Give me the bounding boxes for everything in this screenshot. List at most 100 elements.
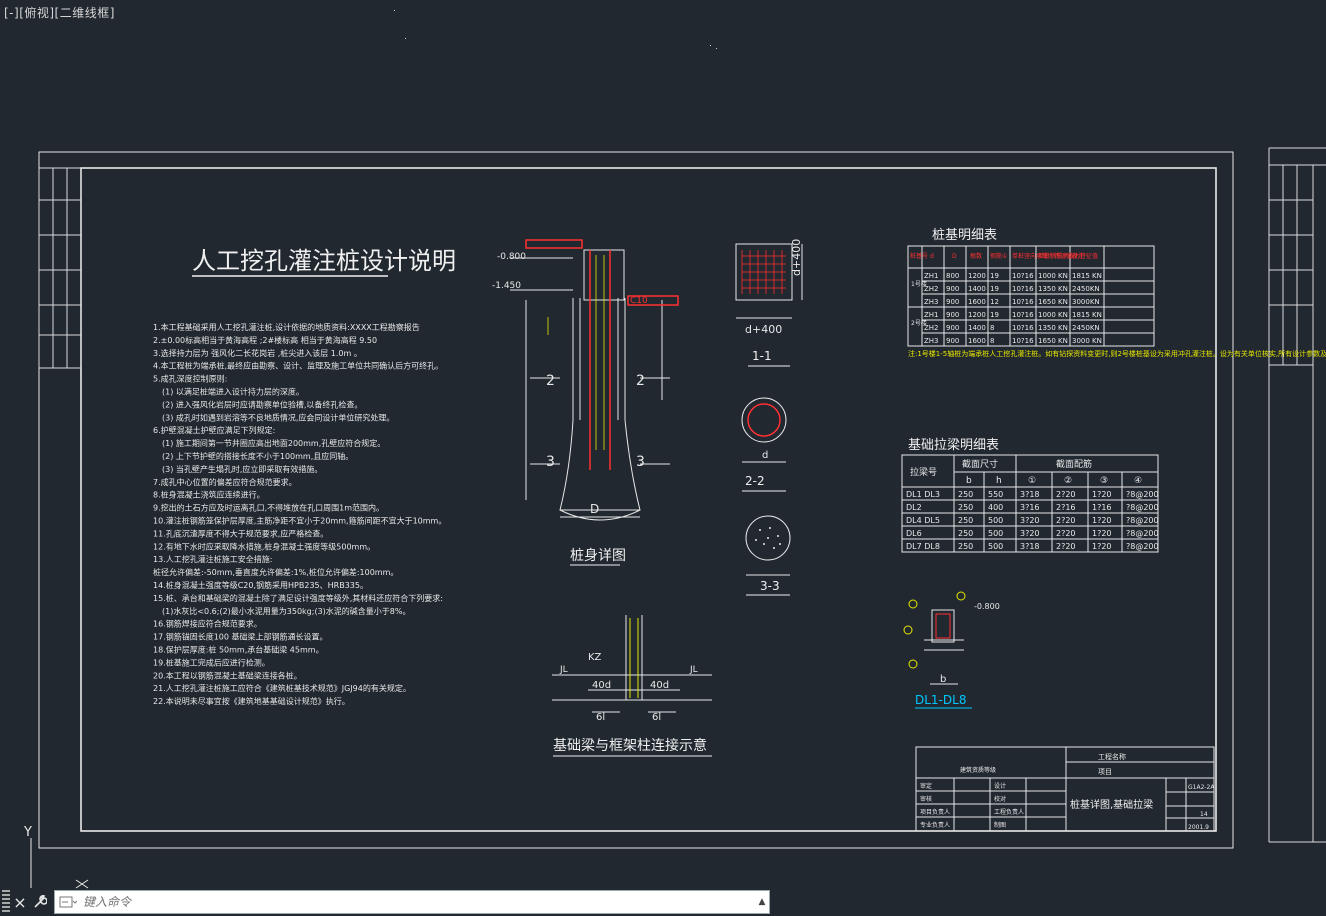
tb-role-label: 专业负责人 — [920, 821, 950, 829]
label-kz: KZ — [588, 652, 602, 663]
wrench-icon[interactable] — [30, 890, 50, 914]
pile-table-cell: ZH1 — [924, 311, 939, 319]
beam-table-cell: ?8@200 — [1126, 529, 1159, 538]
section-3-3 — [745, 515, 791, 576]
pile-table-cell: 1650 KN — [1038, 337, 1068, 345]
beam-table-cell: DL7 DL8 — [906, 542, 940, 551]
design-note-line: (1)水灰比<0.6;(2)最小水泥用量为350kg;(3)水泥的碱含量小于8%… — [162, 606, 410, 616]
pile-table-cell: 19 — [990, 272, 999, 280]
beam-table-cell: 500 — [988, 542, 1003, 551]
design-note-line: 16.钢筋焊接应符合规范要求。 — [153, 619, 262, 629]
pile-table-header: 桩基号 — [910, 252, 928, 260]
beam-table-cell: 2?20 — [1056, 490, 1076, 499]
design-note-line: 9.挖出的土石方应及时运离孔口,不得堆放在孔口周围1m范围内。 — [153, 503, 384, 513]
section-3-3-label: 3-3 — [760, 579, 780, 593]
pile-table-cell: 2450KN — [1072, 285, 1100, 293]
pile-table-cell: ZH3 — [924, 337, 939, 345]
pile-cut-label-2-right: 2 — [636, 373, 645, 389]
design-note-line: 5.成孔深度控制原则: — [153, 374, 227, 384]
design-note-line: 2.±0.00标高相当于黄海高程 ;2#楼标高 相当于黄海高程 9.50 — [153, 335, 377, 345]
design-note-line: 15.桩、承台和基础梁的混凝土除了满足设计强度等级外,其材料还应符合下列要求: — [153, 593, 443, 603]
beam-table-cell: 250 — [958, 490, 973, 499]
title-block — [915, 746, 1215, 832]
sheet-title: 人工挖孔灌注桩设计说明 — [192, 247, 456, 275]
tb-item-label: 项目 — [1098, 768, 1112, 776]
tb-project-name-label: 工程名称 — [1098, 752, 1126, 761]
tb-sheet-no: 14 — [1200, 811, 1208, 818]
pile-table-cell: 10?16 — [1012, 298, 1034, 306]
dim-40d-left: 40d — [592, 680, 611, 691]
design-note-line: (3) 成孔时如遇到岩溶等不良地质情况,应会同设计单位研究处理。 — [162, 412, 394, 422]
section-2-2-label: 2-2 — [745, 474, 765, 488]
command-input[interactable] — [81, 892, 755, 912]
beam-table-cell: 2?16 — [1056, 503, 1076, 512]
pile-table-cell: 1600 — [968, 337, 986, 345]
pile-table-header: D — [952, 253, 957, 260]
pile-table-cell: 1650 KN — [1038, 298, 1068, 306]
beam-table-cell: DL2 — [906, 503, 922, 512]
beam-table-cell: 1?16 — [1092, 503, 1112, 512]
pile-table-cell: ZH2 — [924, 285, 939, 293]
ucs-icon — [30, 838, 89, 889]
cad-drawing-canvas[interactable]: Y 人工挖孔灌注桩设计说明 1.本工程基础采用人工挖孔灌注桩,设计依据的地质资料… — [0, 0, 1326, 916]
beam-table-cell: ?8@200 — [1126, 542, 1159, 551]
pile-section-title: 桩身详图 — [570, 547, 626, 564]
section-1-1-label: 1-1 — [752, 349, 772, 363]
beam-table-cell: 250 — [958, 529, 973, 538]
pile-table-cell: 1200 — [968, 272, 986, 280]
pile-dim-D: D — [590, 502, 599, 516]
pile-rebar-red — [525, 239, 679, 470]
pile-table-note: 注:1号楼1-5轴桩为端承桩人工挖孔灌注桩。如有钻探资料变更时,则2号楼桩基设为… — [908, 349, 1326, 358]
section-2-2-dim: d — [762, 450, 768, 461]
tb-date: 2001.9 — [1188, 824, 1209, 831]
beam-table-subheader: ① — [1028, 476, 1036, 486]
beam-table-subheader: ③ — [1100, 476, 1108, 486]
axis-label-y: Y — [23, 825, 32, 840]
beam-table-cell: ?8@200 — [1126, 490, 1159, 499]
beam-table-cell: 2?20 — [1056, 529, 1076, 538]
beam-table-cell: 3?20 — [1020, 529, 1040, 538]
pile-table-cell: 1000 KN — [1038, 272, 1068, 280]
design-note-line: 17.钢筋锚固长度100 基础梁上部钢筋通长设置。 — [153, 632, 328, 642]
dim-6l-right: 6l — [652, 712, 661, 723]
design-note-line: 20.本工程以钢筋混凝土基础梁连接各桩。 — [153, 670, 302, 680]
beam-table-subheader: b — [966, 476, 972, 486]
beam-table-cell: 2?20 — [1056, 516, 1076, 525]
pile-table-cell: 1350 KN — [1038, 324, 1068, 332]
tb-role-label: 项目负责人 — [920, 808, 950, 816]
command-prompt-icon[interactable] — [55, 894, 81, 910]
pile-concrete-label: C10 — [630, 296, 648, 306]
pile-table-cell: 19 — [990, 311, 999, 319]
pile-table-cell: ZH3 — [924, 298, 939, 306]
command-history-arrow-icon[interactable]: ▲ — [755, 892, 769, 912]
tb-drawing-title: 桩基详图,基础拉梁 — [1070, 798, 1153, 811]
design-note-line: 7.成孔中心位置的偏差应符合规范要求。 — [153, 477, 297, 487]
beam-table-cell: 1?20 — [1092, 490, 1112, 499]
dim-6l-left: 6l — [596, 712, 605, 723]
command-line-grip[interactable] — [2, 890, 10, 914]
design-note-line: 10.灌注桩钢筋笼保护层厚度,主筋净距不宜小于20mm,箍筋间距不宜大于10mm… — [153, 516, 446, 526]
beam-table-cell: DL6 — [906, 529, 922, 538]
pile-table-cell: 900 — [946, 337, 959, 345]
beam-column-title: 基础梁与框架柱连接示意 — [553, 737, 707, 754]
tb-roles: 审定审核项目负责人专业负责人 设计校对工程负责人制图 — [920, 782, 1024, 829]
section-1-1-height-dim: d+400 — [790, 239, 803, 276]
tb-design-cert: 建筑资质等级 — [960, 766, 996, 774]
beam-table-title: 基础拉梁明细表 — [908, 438, 999, 453]
viewport-specks — [394, 10, 717, 49]
dim-40d-right: 40d — [650, 680, 669, 691]
design-note-line: 12.有地下水时应采取降水措施,桩身混凝土强度等级500mm。 — [153, 541, 375, 551]
design-note-line: 3.选择持力层为 强风化二长花岗岩 ,桩尖进入该层 1.0m 。 — [153, 348, 362, 358]
command-input-wrap: ▲ — [54, 890, 770, 914]
pile-table-cell: ZH2 — [924, 324, 939, 332]
close-icon[interactable]: × — [10, 890, 30, 914]
beam-table-cell: DL4 DL5 — [906, 516, 940, 525]
pile-table-cell: 1000 KN — [1038, 311, 1068, 319]
beam-table-cell: 3?18 — [1020, 490, 1040, 499]
design-note-line: 11.孔底沉渣厚度不得大于规范要求,应严格检查。 — [153, 528, 328, 538]
adjacent-sheet — [1268, 147, 1326, 843]
dl-detail-b: b — [940, 674, 946, 685]
design-notes: 1.本工程基础采用人工挖孔灌注桩,设计依据的地质资料:XXXX工程勘察报告 2.±… — [153, 322, 446, 706]
pile-table-cell: 10?16 — [1012, 337, 1034, 345]
beam-table-cell: ?8@200 — [1126, 503, 1159, 512]
